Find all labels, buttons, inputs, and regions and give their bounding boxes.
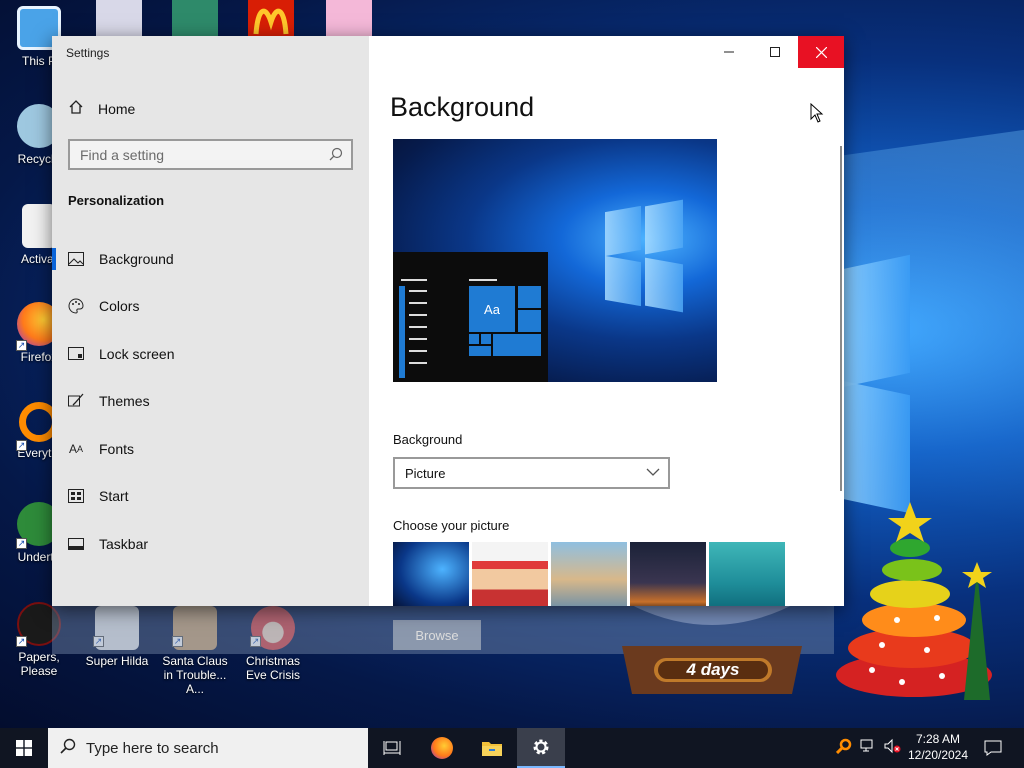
taskbar-search-placeholder: Type here to search <box>86 739 219 757</box>
top-app-icon-1[interactable] <box>96 0 142 36</box>
browse-button[interactable]: Browse <box>393 620 481 650</box>
minimize-button[interactable] <box>706 36 752 68</box>
nav-item-label: Fonts <box>99 441 135 457</box>
taskbar-clock[interactable]: 7:28 AM 12/20/2024 <box>902 731 974 763</box>
mouse-cursor-icon <box>810 103 824 123</box>
christmas-tree-decoration <box>832 500 1012 710</box>
windows-logo-icon <box>16 740 32 756</box>
notification-icon <box>984 740 1002 756</box>
background-type-dropdown[interactable]: Picture <box>393 457 670 489</box>
shortcut-arrow-icon: ↗ <box>16 440 27 451</box>
action-center-button[interactable] <box>978 728 1008 768</box>
background-preview: Aa <box>393 139 717 382</box>
picture-thumbnail-windows[interactable] <box>393 542 469 606</box>
nav-item-label: Start <box>99 488 129 504</box>
nav-item-start[interactable]: Start <box>52 474 369 518</box>
taskbar-file-explorer[interactable] <box>468 728 516 768</box>
desktop-icon-label: Santa Claus in Trouble... A... <box>162 654 228 696</box>
section-title: Personalization <box>68 193 165 208</box>
nav-item-fonts[interactable]: AA Fonts <box>52 427 369 471</box>
file-icon <box>22 204 56 248</box>
nav-item-background[interactable]: Background <box>52 237 369 281</box>
task-view-button[interactable] <box>368 728 416 768</box>
picture-icon <box>68 251 84 267</box>
clock-date: 12/20/2024 <box>907 748 969 762</box>
window-title: Settings <box>66 46 110 60</box>
settings-content: Background Aa Background Picture Choose … <box>369 36 844 606</box>
start-icon <box>68 488 84 504</box>
picture-thumbnail-beach[interactable] <box>551 542 627 606</box>
settings-window: Settings Home Find a setting Personaliza… <box>52 36 844 606</box>
countdown-text: 4 days <box>686 660 740 679</box>
folder-icon <box>482 742 502 756</box>
start-button[interactable] <box>0 728 48 768</box>
preview-tile-aa: Aa <box>468 285 516 333</box>
choose-picture-label: Choose your picture <box>393 518 510 533</box>
home-nav-item[interactable]: Home <box>68 99 135 118</box>
clock-time: 7:28 AM <box>915 732 961 746</box>
shortcut-arrow-icon: ↗ <box>16 636 27 647</box>
nav-item-label: Background <box>99 251 174 267</box>
firefox-icon <box>431 737 453 759</box>
nav-item-label: Colors <box>99 298 140 314</box>
lock-screen-icon <box>68 346 84 362</box>
desktop-icon-label: This P <box>21 54 56 68</box>
palette-icon <box>68 298 84 314</box>
nav-item-label: Taskbar <box>99 536 149 552</box>
gear-icon <box>533 739 549 755</box>
home-label: Home <box>98 100 136 117</box>
shortcut-arrow-icon: ↗ <box>16 340 27 351</box>
search-icon <box>60 738 76 758</box>
taskbar-firefox[interactable] <box>418 728 466 768</box>
maximize-button[interactable] <box>752 36 798 68</box>
nav-item-colors[interactable]: Colors <box>52 284 369 328</box>
task-view-icon <box>383 741 401 755</box>
find-setting-input[interactable]: Find a setting <box>68 139 353 170</box>
find-setting-placeholder: Find a setting <box>80 146 165 163</box>
taskbar-icon <box>68 536 84 552</box>
desktop-icon-label: Super Hilda <box>85 654 149 668</box>
network-icon[interactable] <box>860 738 876 759</box>
picture-thumbnail-underwater[interactable] <box>709 542 785 606</box>
picture-thumbnail-night-sky[interactable] <box>630 542 706 606</box>
mcdonalds-icon[interactable] <box>248 0 294 36</box>
christmas-countdown-gadget[interactable]: 4 days <box>612 600 812 700</box>
preview-windows-logo <box>605 199 685 313</box>
top-app-icon-4[interactable] <box>326 0 372 36</box>
content-scrollbar[interactable] <box>840 146 842 491</box>
shortcut-arrow-icon: ↗ <box>16 538 27 549</box>
system-tray <box>835 728 902 768</box>
picture-thumbnails <box>393 542 785 606</box>
taskbar-search-box[interactable]: Type here to search <box>48 728 368 768</box>
everything-tray-icon[interactable] <box>835 738 852 759</box>
chevron-down-icon <box>646 465 660 482</box>
nav-item-label: Themes <box>99 393 150 409</box>
fonts-icon: AA <box>68 442 84 456</box>
home-icon <box>68 99 84 118</box>
search-icon <box>329 147 343 164</box>
desktop-icon-label: Christmas Eve Crisis <box>245 654 300 682</box>
picture-thumbnail-santa[interactable] <box>472 542 548 606</box>
background-type-label: Background <box>393 432 463 447</box>
wallpaper-windows-logo <box>842 254 912 514</box>
brush-icon <box>68 393 84 409</box>
nav-item-themes[interactable]: Themes <box>52 379 369 423</box>
taskbar-settings[interactable] <box>517 728 565 768</box>
window-controls <box>706 36 844 68</box>
taskbar: Type here to search 7:28 AM 12/20/2024 <box>0 728 1024 768</box>
desktop-icon-label: Papers, Please <box>18 650 60 678</box>
nav-item-taskbar[interactable]: Taskbar <box>52 522 369 566</box>
close-button[interactable] <box>798 36 844 68</box>
volume-muted-icon[interactable] <box>884 738 902 759</box>
nav-item-label: Lock screen <box>99 346 175 362</box>
preview-start-menu: Aa <box>393 252 548 382</box>
page-title: Background <box>390 92 535 122</box>
settings-sidebar: Settings Home Find a setting Personaliza… <box>52 36 369 606</box>
background-type-value: Picture <box>405 465 446 481</box>
top-app-icon-2[interactable] <box>172 0 218 36</box>
nav-item-lock-screen[interactable]: Lock screen <box>52 332 369 376</box>
